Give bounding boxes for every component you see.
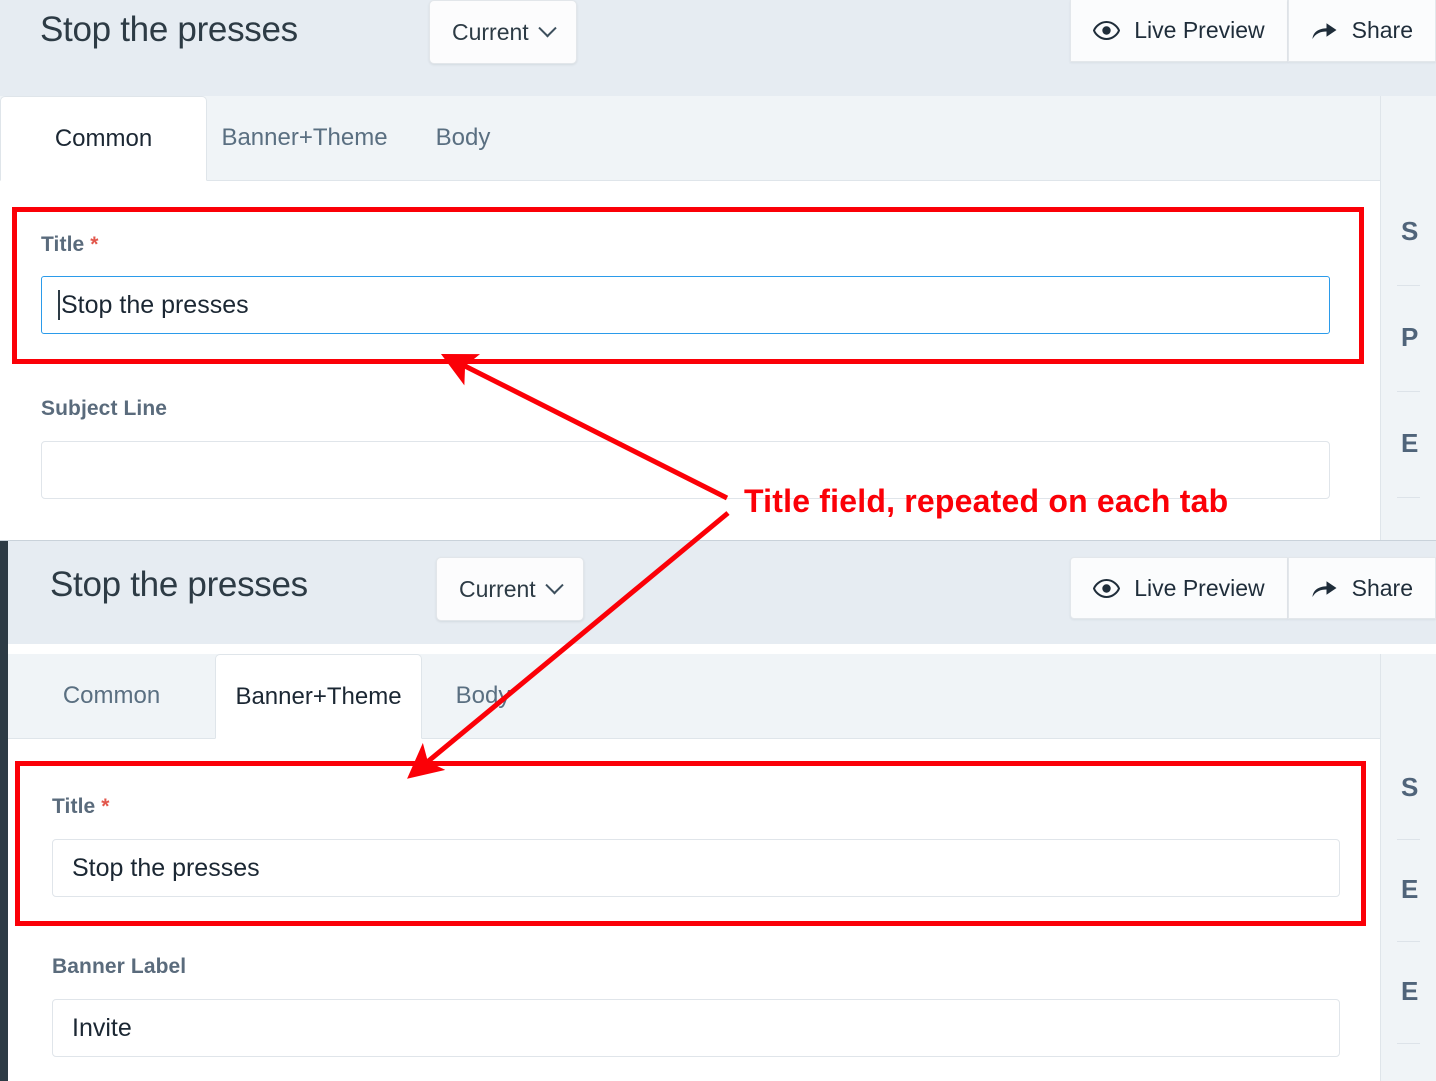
- screenshot-root: Stop the presses Current Live Preview Sh…: [0, 0, 1436, 1081]
- tab-common-label: Common: [54, 124, 153, 152]
- share-button[interactable]: Share: [1287, 0, 1436, 62]
- field-title-label-text: Title: [52, 795, 96, 818]
- chevron-down-icon: [538, 18, 557, 37]
- panel-two-header-actions: Live Preview Share: [1070, 557, 1436, 619]
- sidebar-divider-1: [1397, 941, 1420, 942]
- tab-common[interactable]: Common: [0, 96, 207, 181]
- panel-two-tabbar: Common Banner+Theme Body: [8, 654, 1436, 739]
- panel-one-header-actions: Live Preview Share: [1070, 0, 1436, 62]
- field-subject-line-label: Subject Line: [41, 397, 1330, 421]
- tab-banner-theme[interactable]: Banner+Theme: [207, 95, 402, 180]
- tab-common[interactable]: Common: [8, 653, 215, 738]
- field-subject-line: Subject Line: [41, 397, 1330, 499]
- eye-icon: [1093, 578, 1121, 598]
- share-label: Share: [1351, 574, 1413, 601]
- banner-label-input-value: Invite: [72, 1013, 132, 1042]
- page-title: Stop the presses: [40, 10, 298, 49]
- panel-one-form: Title * Stop the presses Subject Line: [0, 181, 1380, 540]
- field-subject-line-label-text: Subject Line: [41, 397, 168, 420]
- title-input[interactable]: Stop the presses: [52, 839, 1340, 897]
- left-nav-rail[interactable]: [0, 541, 8, 1081]
- live-preview-button[interactable]: Live Preview: [1070, 0, 1288, 62]
- title-input[interactable]: Stop the presses: [41, 276, 1330, 334]
- subject-line-input[interactable]: [41, 441, 1330, 499]
- sidebar-item-2[interactable]: E: [1381, 428, 1436, 459]
- share-arrow-icon: [1311, 578, 1338, 599]
- field-title: Title * Stop the presses: [52, 795, 1340, 897]
- tab-common-label: Common: [62, 681, 161, 709]
- version-dropdown-label: Current: [459, 575, 536, 602]
- field-banner-label-label: Banner Label: [52, 955, 1340, 979]
- share-arrow-icon: [1311, 20, 1338, 41]
- field-banner-label: Banner Label Invite: [52, 955, 1340, 1057]
- field-title-label: Title *: [52, 795, 1340, 819]
- sidebar-item-0[interactable]: S: [1381, 772, 1436, 803]
- field-banner-label-text: Banner Label: [52, 955, 187, 978]
- tab-banner-theme[interactable]: Banner+Theme: [215, 654, 422, 739]
- sidebar-divider-2: [1397, 1043, 1420, 1044]
- panel-two-sidebar: S E E E: [1380, 654, 1436, 1081]
- sidebar-item-2[interactable]: E: [1381, 976, 1436, 1007]
- tab-body[interactable]: Body: [422, 653, 544, 738]
- panel-two-header: Stop the presses Current Live Preview Sh…: [8, 541, 1436, 644]
- banner-label-input[interactable]: Invite: [52, 999, 1340, 1057]
- version-dropdown-label: Current: [452, 18, 529, 45]
- tab-banner-theme-label: Banner+Theme: [235, 682, 402, 710]
- sidebar-divider-0: [1397, 839, 1420, 840]
- field-title-label: Title *: [41, 233, 1330, 257]
- required-asterisk: *: [90, 233, 99, 256]
- live-preview-button[interactable]: Live Preview: [1070, 557, 1288, 619]
- app-window-banner-theme-tab: Stop the presses Current Live Preview Sh…: [0, 540, 1436, 1081]
- live-preview-label: Live Preview: [1134, 17, 1265, 43]
- sidebar-divider-0: [1397, 285, 1420, 286]
- version-dropdown-button[interactable]: Current: [436, 557, 584, 621]
- app-window-common-tab: Stop the presses Current Live Preview Sh…: [0, 0, 1436, 540]
- sidebar-divider-2: [1397, 497, 1420, 498]
- panel-one-sidebar: S P E E: [1380, 96, 1436, 540]
- share-button[interactable]: Share: [1287, 557, 1436, 619]
- sidebar-divider-1: [1397, 391, 1420, 392]
- panel-two-form: Title * Stop the presses Banner Label In…: [8, 739, 1380, 1081]
- field-title-label-text: Title: [41, 233, 85, 256]
- text-caret: [58, 290, 60, 320]
- eye-icon: [1093, 21, 1121, 40]
- tab-body[interactable]: Body: [402, 95, 524, 180]
- sidebar-item-0[interactable]: S: [1381, 216, 1436, 247]
- chevron-down-icon: [545, 575, 564, 594]
- required-asterisk: *: [101, 795, 110, 818]
- version-dropdown-button[interactable]: Current: [429, 0, 577, 64]
- sidebar-item-1[interactable]: P: [1381, 322, 1436, 353]
- panel-one-header: Stop the presses Current Live Preview Sh…: [0, 0, 1436, 96]
- share-label: Share: [1351, 17, 1413, 43]
- tab-banner-theme-label: Banner+Theme: [221, 123, 388, 151]
- tab-body-label: Body: [435, 123, 491, 151]
- panel-one-tabbar: Common Banner+Theme Body: [0, 96, 1436, 181]
- title-input-value: Stop the presses: [61, 290, 249, 319]
- sidebar-item-1[interactable]: E: [1381, 874, 1436, 905]
- tab-body-label: Body: [455, 681, 511, 709]
- field-title: Title * Stop the presses: [41, 233, 1330, 334]
- title-input-value: Stop the presses: [72, 853, 260, 882]
- page-title: Stop the presses: [50, 565, 308, 604]
- live-preview-label: Live Preview: [1134, 574, 1265, 601]
